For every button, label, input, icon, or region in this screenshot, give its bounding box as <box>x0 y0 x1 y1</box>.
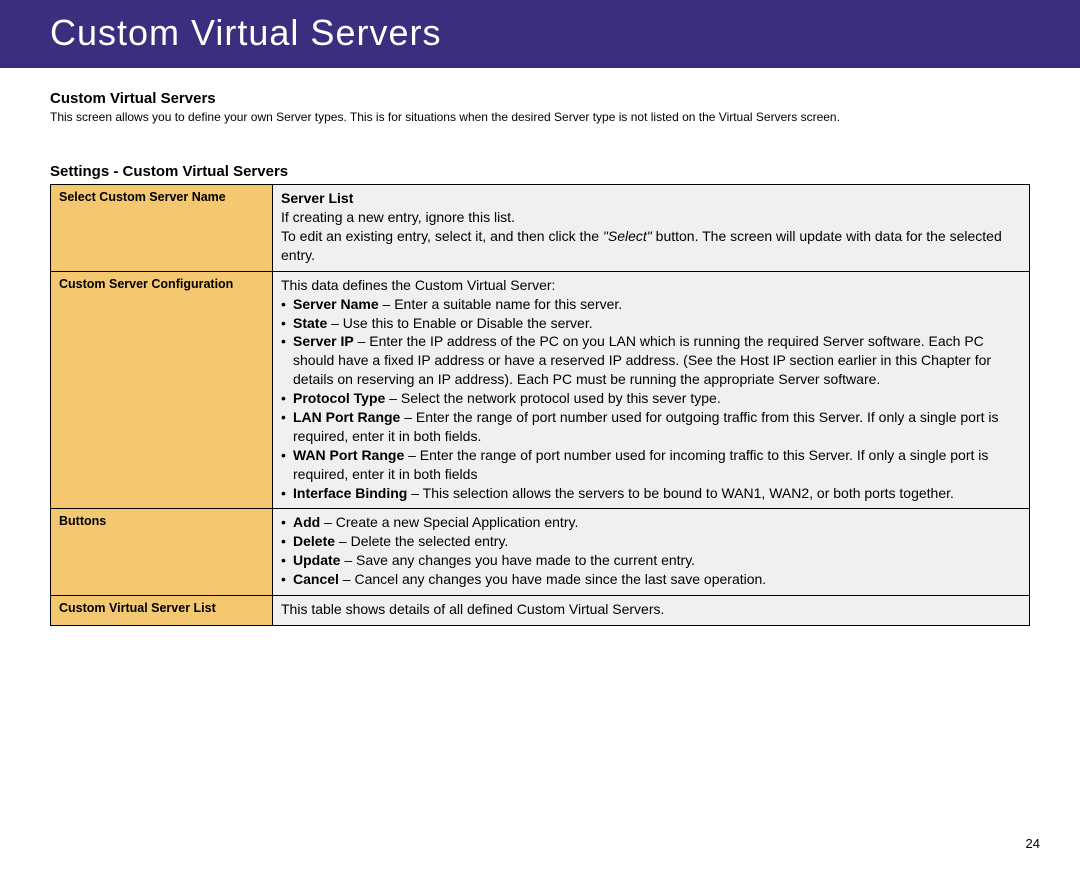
table-row: Custom Virtual Server List This table sh… <box>51 596 1030 626</box>
row-desc-buttons: Add – Create a new Special Application e… <box>273 509 1030 596</box>
settings-heading: Settings - Custom Virtual Servers <box>50 163 1030 180</box>
list-item: State – Use this to Enable or Disable th… <box>281 314 1021 333</box>
field-name: Cancel <box>293 571 339 587</box>
settings-table: Select Custom Server Name Server List If… <box>50 184 1030 626</box>
field-desc: – Enter a suitable name for this server. <box>379 296 623 312</box>
row-label-select-server: Select Custom Server Name <box>51 185 273 272</box>
section-title: Custom Virtual Servers <box>50 90 1030 107</box>
table-row: Custom Server Configuration This data de… <box>51 271 1030 509</box>
list-item: LAN Port Range – Enter the range of port… <box>281 408 1021 446</box>
row-label-custom-config: Custom Server Configuration <box>51 271 273 509</box>
list-item: Delete – Delete the selected entry. <box>281 532 1021 551</box>
row-desc-select-server: Server List If creating a new entry, ign… <box>273 185 1030 272</box>
field-name: LAN Port Range <box>293 409 400 425</box>
field-desc: – Cancel any changes you have made since… <box>339 571 766 587</box>
field-name: Interface Binding <box>293 485 407 501</box>
field-desc: – Create a new Special Application entry… <box>320 514 578 530</box>
table-row: Select Custom Server Name Server List If… <box>51 185 1030 272</box>
field-name: WAN Port Range <box>293 447 404 463</box>
field-desc: – Enter the IP address of the PC on you … <box>293 333 991 387</box>
page-content: Custom Virtual Servers This screen allow… <box>0 68 1080 636</box>
field-name: Protocol Type <box>293 390 385 406</box>
list-item: WAN Port Range – Enter the range of port… <box>281 446 1021 484</box>
field-name: Server Name <box>293 296 379 312</box>
section-description: This screen allows you to define your ow… <box>50 109 1030 125</box>
server-list-line2: To edit an existing entry, select it, an… <box>281 227 1021 265</box>
list-item: Cancel – Cancel any changes you have mad… <box>281 570 1021 589</box>
row-label-server-list: Custom Virtual Server List <box>51 596 273 626</box>
select-emphasis: "Select" <box>603 228 652 244</box>
page-banner: Custom Virtual Servers <box>0 0 1080 68</box>
row-label-buttons: Buttons <box>51 509 273 596</box>
row-desc-server-list: This table shows details of all defined … <box>273 596 1030 626</box>
field-name: Update <box>293 552 340 568</box>
field-name: State <box>293 315 327 331</box>
field-name: Add <box>293 514 320 530</box>
row-desc-custom-config: This data defines the Custom Virtual Ser… <box>273 271 1030 509</box>
list-item: Protocol Type – Select the network proto… <box>281 389 1021 408</box>
config-intro: This data defines the Custom Virtual Ser… <box>281 276 1021 295</box>
text-fragment: To edit an existing entry, select it, an… <box>281 228 603 244</box>
page-number: 24 <box>0 836 1080 871</box>
field-name: Server IP <box>293 333 354 349</box>
field-desc: – This selection allows the servers to b… <box>407 485 954 501</box>
server-list-line1: If creating a new entry, ignore this lis… <box>281 208 1021 227</box>
field-name: Delete <box>293 533 335 549</box>
table-row: Buttons Add – Create a new Special Appli… <box>51 509 1030 596</box>
list-item: Add – Create a new Special Application e… <box>281 513 1021 532</box>
list-item: Update – Save any changes you have made … <box>281 551 1021 570</box>
list-item: Server IP – Enter the IP address of the … <box>281 332 1021 389</box>
field-desc: – Delete the selected entry. <box>335 533 508 549</box>
list-item: Interface Binding – This selection allow… <box>281 484 1021 503</box>
server-list-head: Server List <box>281 189 1021 208</box>
field-desc: – Use this to Enable or Disable the serv… <box>327 315 592 331</box>
list-item: Server Name – Enter a suitable name for … <box>281 295 1021 314</box>
field-desc: – Select the network protocol used by th… <box>385 390 720 406</box>
field-desc: – Save any changes you have made to the … <box>340 552 695 568</box>
